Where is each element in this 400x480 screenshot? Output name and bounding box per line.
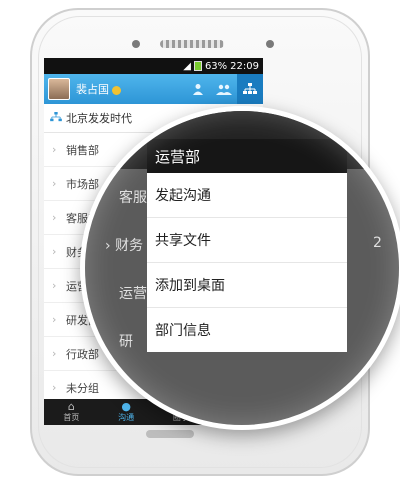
chevron-right-icon: ›: [52, 177, 57, 190]
status-dot-icon: [112, 85, 121, 95]
tab-label: 沟通: [118, 413, 135, 422]
home-icon: ⌂: [67, 400, 75, 413]
front-camera: [132, 40, 140, 48]
clock: 22:09: [230, 60, 259, 72]
chevron-right-icon: ›: [52, 143, 57, 156]
department-label: 未分组: [66, 381, 99, 395]
avatar[interactable]: [48, 78, 70, 100]
chevron-right-icon: ›: [52, 245, 57, 258]
chevron-right-icon: ›: [52, 381, 57, 394]
signal-icon: ◢: [183, 60, 191, 72]
tab-label: 首页: [63, 413, 80, 422]
app-header: 裴占国: [44, 74, 263, 104]
org-chart-icon[interactable]: [237, 74, 263, 104]
group-icon[interactable]: [211, 74, 237, 104]
user-name-label: 裴占国: [76, 83, 109, 96]
org-icon: [50, 111, 62, 125]
person-icon: ●: [121, 400, 131, 413]
magnifier-lens: 客服 › 财务 运营 研 2 运营部 发起沟通 共享文件 添加到桌面 部门信息: [80, 106, 400, 430]
chevron-right-icon: ›: [52, 279, 57, 292]
person-icon[interactable]: [185, 74, 211, 104]
tab-home[interactable]: ⌂ 首页: [44, 399, 99, 425]
chevron-right-icon: ›: [52, 347, 57, 360]
chevron-right-icon: ›: [52, 313, 57, 326]
department-label: 行政部: [66, 347, 99, 361]
sensor: [266, 40, 274, 48]
chevron-right-icon: ›: [52, 211, 57, 224]
tab-chat[interactable]: ● 沟通: [99, 399, 154, 425]
department-label: 市场部: [66, 177, 99, 191]
home-key: [146, 430, 194, 438]
battery-icon: [193, 61, 202, 71]
earpiece-speaker: [160, 40, 224, 48]
status-bar: ◢ 63% 22:09: [44, 58, 263, 74]
battery-percent: 63%: [204, 60, 228, 72]
lens-glare: [85, 111, 399, 425]
header-tabs: [185, 74, 263, 104]
user-name[interactable]: 裴占国: [76, 81, 121, 97]
